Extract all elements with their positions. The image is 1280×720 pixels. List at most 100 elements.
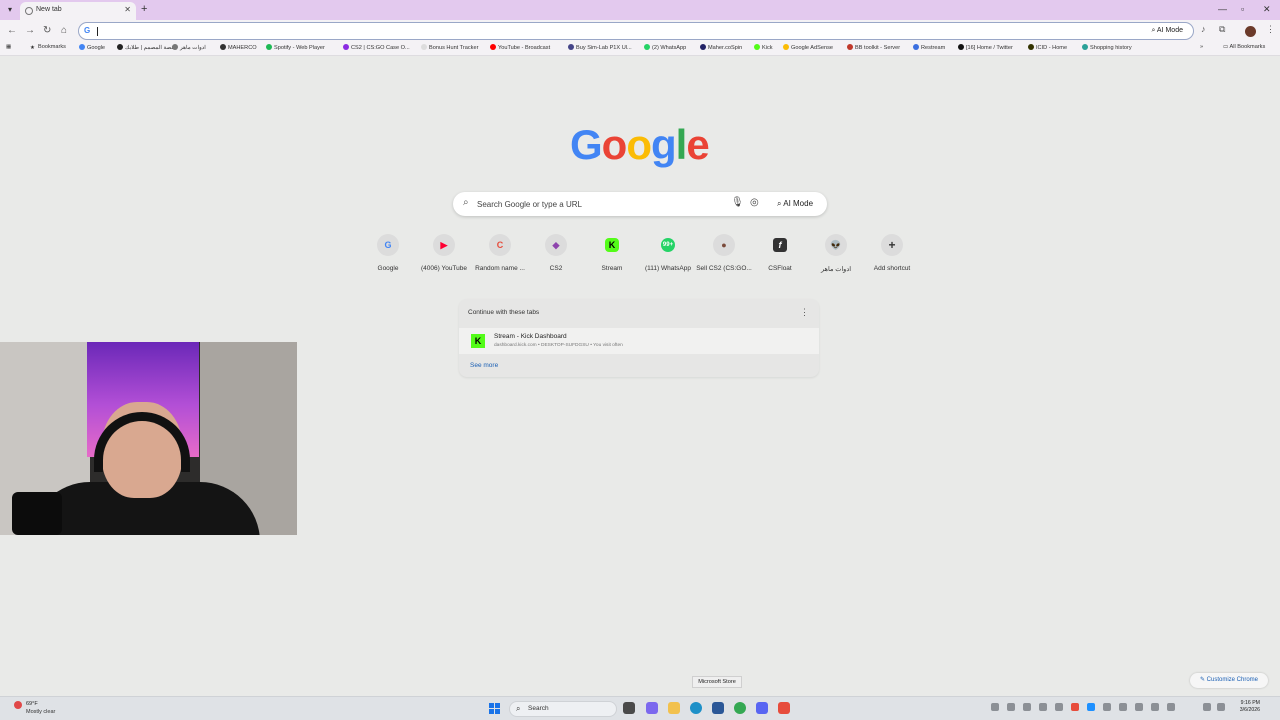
see-more-link[interactable]: See more [470, 362, 498, 369]
bookmark-favicon-icon [700, 44, 706, 50]
tab-strip: ▾ New tab ✕ + — ▫ ✕ [0, 0, 1280, 20]
clock[interactable]: 9:16 PM 3/6/2026 [1232, 700, 1260, 714]
shortcut-whatsapp[interactable]: 99+ (111) WhatsApp [640, 234, 696, 280]
tab-close-icon[interactable]: ✕ [124, 5, 131, 14]
bookmark-item[interactable]: Bonus Hunt Tracker [421, 44, 478, 51]
tray-icon[interactable] [1103, 703, 1111, 711]
tray-icon[interactable] [1023, 703, 1031, 711]
new-tab-button[interactable]: + [141, 3, 147, 15]
bookmark-item[interactable]: [16] Home / Twitter [958, 44, 1013, 51]
bookmark-item[interactable]: ★ Bookmarks [30, 44, 66, 51]
ai-mode-button[interactable]: ⌕ AI Mode [767, 195, 823, 213]
reload-icon[interactable]: ↻ [43, 25, 51, 36]
shortcut-google[interactable]: G Google [360, 234, 416, 280]
chrome-menu-icon[interactable]: ⋮ [1266, 24, 1275, 35]
bookmark-favicon-icon [783, 44, 789, 50]
bookmark-item[interactable]: Kick [754, 44, 773, 51]
bookmark-favicon-icon [79, 44, 85, 50]
shortcut-maher-tools[interactable]: 👽 ادوات ماهر [808, 234, 864, 280]
shortcut-label: Stream [601, 265, 623, 272]
tab-search-icon[interactable]: ▾ [4, 4, 16, 16]
tray-icon[interactable] [1007, 703, 1015, 711]
bookmark-item[interactable]: Shopping history [1082, 44, 1132, 51]
tab-new-tab[interactable]: New tab ✕ [20, 2, 136, 20]
google-lens-icon[interactable]: ◎ [750, 197, 759, 208]
bookmark-item[interactable]: ICID - Home [1028, 44, 1067, 51]
maximize-icon[interactable]: ▫ [1241, 4, 1244, 14]
shortcut-label: Add shortcut [873, 265, 911, 272]
task-view-icon[interactable] [623, 702, 635, 714]
omnibox-ai-mode-button[interactable]: ⌕ AI Mode [1147, 25, 1187, 37]
bookmark-favicon-icon [754, 44, 760, 50]
shortcut-kick-icon: K [605, 238, 619, 252]
omnibox[interactable]: G ⌕ AI Mode [78, 22, 1194, 40]
copilot-icon[interactable] [646, 702, 658, 714]
forward-icon[interactable]: → [25, 25, 35, 36]
taskbar-search[interactable]: ⌕ Search [509, 701, 617, 717]
voice-search-icon[interactable]: 🎙 [731, 197, 744, 208]
bookmark-item[interactable]: YouTube - Broadcast [490, 44, 550, 51]
bluetooth-icon[interactable] [1087, 703, 1095, 711]
media-icon[interactable]: ♪ [1201, 24, 1206, 34]
continue-tab-subtitle: dashboard.kick.com • DESKTOP-SUFDGSU • Y… [494, 343, 623, 348]
bookmark-item[interactable]: BB toolkit - Server [847, 44, 900, 51]
more-options-icon[interactable]: ⋮ [800, 307, 809, 318]
microsoft-store-icon[interactable] [712, 702, 724, 714]
bookmark-item[interactable]: (2) WhatsApp [644, 44, 686, 51]
bookmark-item[interactable]: منصة المصمم | طلابك [117, 44, 176, 51]
speaker-icon[interactable] [1217, 703, 1225, 711]
customize-chrome-label: Customize Chrome [1206, 677, 1259, 683]
start-icon[interactable] [489, 703, 501, 715]
back-icon[interactable]: ← [7, 25, 17, 36]
tray-icon[interactable] [1119, 703, 1127, 711]
bookmark-item[interactable]: ادوات ماهر [172, 44, 206, 51]
add-shortcut-button[interactable]: + Add shortcut [864, 234, 920, 280]
bookmark-item[interactable]: MAHERCO [220, 44, 257, 51]
tray-icon[interactable] [991, 703, 999, 711]
tray-icon[interactable] [1071, 703, 1079, 711]
bookmark-label: Bonus Hunt Tracker [429, 45, 479, 51]
volume-icon[interactable] [1167, 703, 1175, 711]
tray-icon[interactable] [1135, 703, 1143, 711]
bookmark-item[interactable]: Maher.coSpin [700, 44, 742, 51]
bookmark-item[interactable]: Restream [913, 44, 945, 51]
home-icon[interactable]: ⌂ [61, 25, 67, 36]
shortcut-random-name[interactable]: C Random name ... [472, 234, 528, 280]
bookmark-item[interactable]: Google AdSense [783, 44, 833, 51]
bookmark-item[interactable]: Buy Sim-Lab P1X Ul... [568, 44, 632, 51]
discord-icon[interactable] [756, 702, 768, 714]
bookmark-item[interactable]: Google [79, 44, 105, 51]
shortcut-sell-cs2[interactable]: ● Sell CS2 (CS:GO... [696, 234, 752, 280]
shortcut-cs2[interactable]: ◆ CS2 [528, 234, 584, 280]
tray-icon[interactable] [1151, 703, 1159, 711]
all-bookmarks-button[interactable]: ▭ All Bookmarks [1223, 44, 1265, 50]
edge-icon[interactable] [690, 702, 702, 714]
extensions-icon[interactable]: ⧉ [1219, 24, 1225, 35]
shortcut-youtube[interactable]: ▶ (4006) YouTube [416, 234, 472, 280]
search-input[interactable] [477, 196, 727, 212]
shortcut-label: Google [377, 265, 399, 272]
bookmark-label: ICID - Home [1036, 45, 1068, 51]
continue-tab-item[interactable]: K Stream - Kick Dashboard dashboard.kick… [459, 328, 819, 354]
file-explorer-icon[interactable] [668, 702, 680, 714]
apps-icon[interactable]: ▦ [6, 44, 11, 50]
minimize-icon[interactable]: — [1218, 4, 1227, 14]
window-close-icon[interactable]: ✕ [1263, 4, 1271, 15]
bookmarks-overflow-icon[interactable]: » [1200, 44, 1203, 50]
shortcut-csfloat[interactable]: f CSFloat [752, 234, 808, 280]
network-icon[interactable] [1203, 703, 1211, 711]
shortcut-stream[interactable]: K Stream [584, 234, 640, 280]
weather-condition: Mostly clear [26, 709, 56, 715]
tray-icon[interactable] [1039, 703, 1047, 711]
bookmark-label: ادوات ماهر [180, 45, 206, 51]
app-icon[interactable] [778, 702, 790, 714]
customize-chrome-button[interactable]: ✎ Customize Chrome [1190, 673, 1268, 688]
shortcut-label: (111) WhatsApp [644, 265, 691, 272]
profile-avatar[interactable] [1245, 26, 1256, 37]
tray-icon[interactable] [1055, 703, 1063, 711]
chrome-icon[interactable] [734, 702, 746, 714]
bookmark-label: BB toolkit - Server [855, 45, 901, 51]
bookmark-item[interactable]: Spotify - Web Player [266, 44, 325, 51]
bookmark-item[interactable]: CS2 | CS:GO Case O... [343, 44, 410, 51]
bookmark-favicon-icon [913, 44, 919, 50]
